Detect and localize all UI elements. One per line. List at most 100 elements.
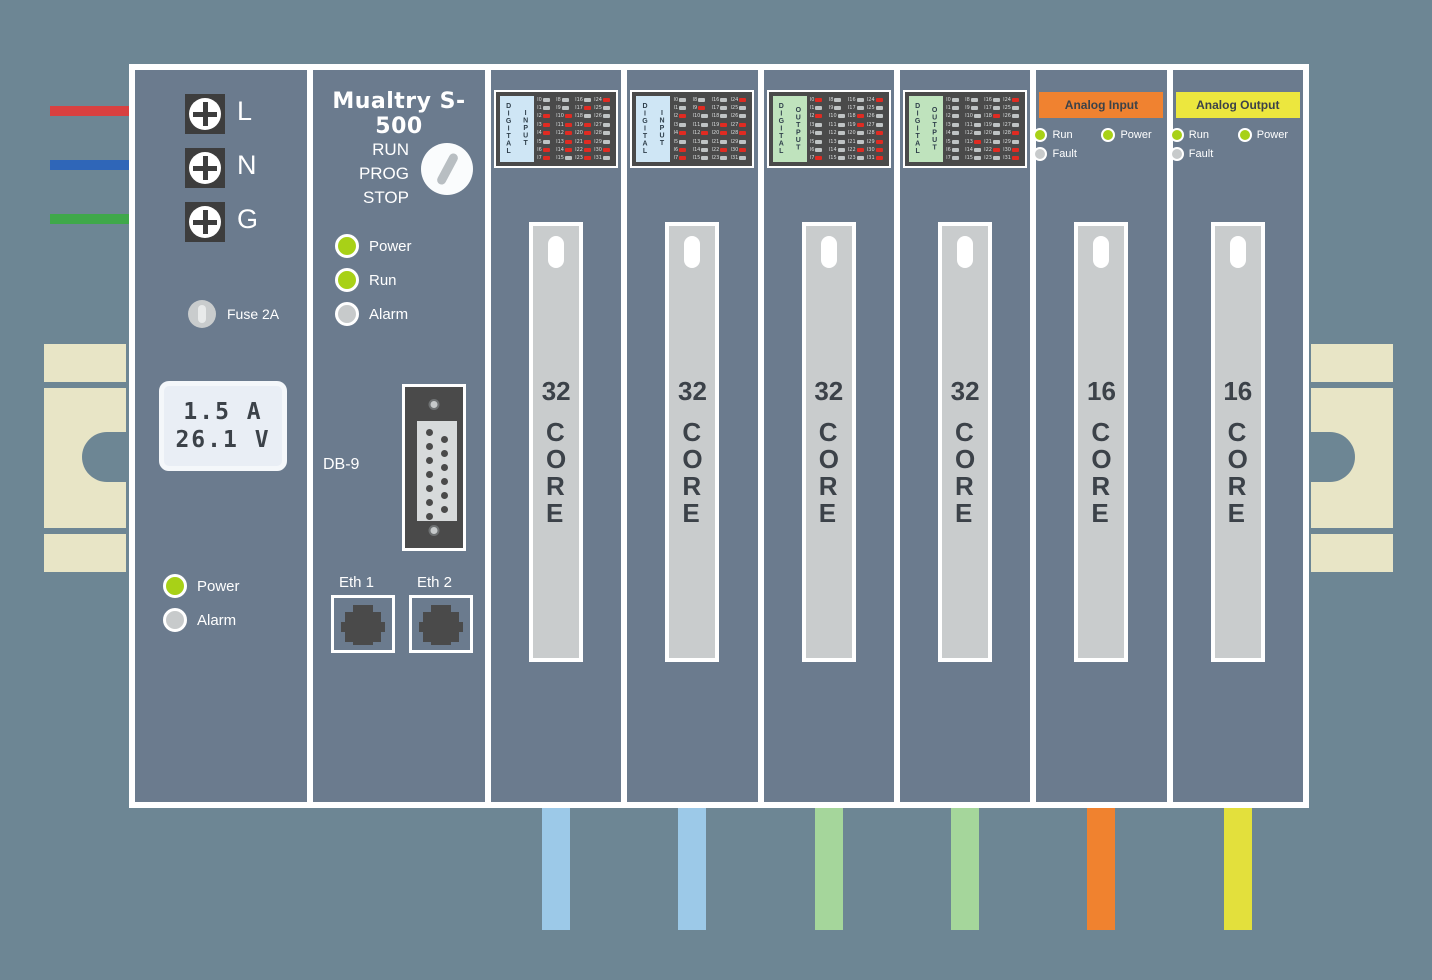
- connector-core-word: CORE: [1091, 419, 1111, 527]
- io-led-cell: I19: [711, 121, 729, 128]
- connector-label: 16CORE: [1223, 376, 1252, 527]
- led-indicator: [163, 608, 187, 632]
- module-type-strip: DIGITALINPUT: [500, 96, 534, 162]
- io-led-indicator: [815, 123, 822, 127]
- terminal-g[interactable]: [185, 202, 225, 242]
- connector-latch[interactable]: [684, 236, 700, 268]
- terminal-n[interactable]: [185, 148, 225, 188]
- io-led-cell: I13: [965, 138, 983, 145]
- module-type-word: INPUT: [517, 96, 534, 162]
- module-type-strip: DIGITALINPUT: [636, 96, 670, 162]
- connector-word-letter: O: [1228, 446, 1248, 473]
- analog-module-banner: Analog Input: [1039, 92, 1163, 118]
- io-led-cell: I15: [692, 155, 710, 162]
- io-led-indicator: [838, 131, 845, 135]
- io-led-cell: I7: [810, 155, 828, 162]
- cable-connector[interactable]: 32CORE: [665, 222, 719, 662]
- io-led-indicator: [974, 156, 981, 160]
- io-led-cell: I4: [673, 130, 691, 137]
- io-led-label: I13: [829, 139, 837, 145]
- din-rail-bracket-right: [1311, 344, 1393, 572]
- io-led-indicator: [603, 148, 610, 152]
- analog-status-leds: RunPowerFault: [1033, 128, 1169, 161]
- ethernet-port-2[interactable]: [409, 595, 473, 653]
- cable-connector[interactable]: 16CORE: [1211, 222, 1265, 662]
- connector-latch[interactable]: [957, 236, 973, 268]
- connector-core-word: CORE: [955, 419, 975, 527]
- led-indicator: [1033, 147, 1047, 161]
- io-led-label: I21: [848, 139, 856, 145]
- led-indicator: [335, 268, 359, 292]
- io-led-cell: I30: [730, 146, 748, 153]
- cable-connector[interactable]: 32CORE: [529, 222, 583, 662]
- db9-serial-port[interactable]: [402, 384, 466, 551]
- io-led-cell: I19: [848, 121, 866, 128]
- connector-label: 32CORE: [678, 376, 707, 527]
- io-led-label: I22: [984, 147, 992, 153]
- io-led-indicator: [739, 131, 746, 135]
- io-led-cell: I6: [537, 146, 555, 153]
- connector-latch[interactable]: [1093, 236, 1109, 268]
- io-led-cell: I22: [984, 146, 1002, 153]
- io-led-indicator: [543, 140, 550, 144]
- io-led-label: I17: [984, 105, 992, 111]
- io-led-label: I14: [692, 147, 700, 153]
- io-led-label: I8: [556, 97, 561, 103]
- io-led-cell: I12: [556, 130, 574, 137]
- connector-label: 32CORE: [951, 376, 980, 527]
- analog-led-fault: Fault: [1033, 147, 1101, 161]
- db9-pin: [426, 443, 433, 450]
- io-led-indicator: [701, 140, 708, 144]
- io-led-label: I7: [537, 155, 542, 161]
- module-type-word: DIGITAL: [773, 96, 790, 162]
- io-led-cell: I24: [867, 96, 885, 103]
- display-current: 1.5 A: [183, 399, 262, 425]
- ethernet-port-1[interactable]: [331, 595, 395, 653]
- cable-connector[interactable]: 32CORE: [938, 222, 992, 662]
- connector-word-letter: E: [819, 500, 839, 527]
- terminal-l[interactable]: [185, 94, 225, 134]
- io-led-indicator: [971, 98, 978, 102]
- connector-core-word: CORE: [819, 419, 839, 527]
- io-led-label: I20: [711, 130, 719, 136]
- analog-led-label: Power: [1120, 129, 1151, 141]
- io-led-cell: I4: [537, 130, 555, 137]
- io-led-cell: I3: [673, 121, 691, 128]
- io-led-label: I10: [829, 113, 837, 119]
- io-led-cell: I28: [594, 130, 612, 137]
- io-led-indicator: [584, 156, 591, 160]
- connector-latch[interactable]: [821, 236, 837, 268]
- fuse-icon[interactable]: [188, 300, 216, 328]
- connector-latch[interactable]: [548, 236, 564, 268]
- io-led-indicator: [974, 148, 981, 152]
- io-led-cell: I4: [946, 130, 964, 137]
- db9-shell: [417, 421, 457, 521]
- io-led-label: I27: [1003, 122, 1011, 128]
- connector-core-count: 32: [678, 376, 707, 407]
- plc-led-power: Power: [335, 234, 412, 258]
- connector-latch[interactable]: [1230, 236, 1246, 268]
- io-module-digital-input-0: DIGITALINPUTI0I8I16I24I1I9I17I25I2I10I18…: [491, 70, 621, 802]
- io-led-label: I0: [673, 97, 678, 103]
- io-led-indicator: [838, 140, 845, 144]
- io-led-label: I1: [537, 105, 542, 111]
- io-led-cell: I23: [575, 155, 593, 162]
- io-led-cell: I10: [556, 113, 574, 120]
- io-led-cell: I5: [946, 138, 964, 145]
- io-led-cell: I24: [730, 96, 748, 103]
- io-led-cell: I12: [965, 130, 983, 137]
- io-led-cell: I25: [730, 104, 748, 111]
- cable-connector[interactable]: 16CORE: [1074, 222, 1128, 662]
- connector-core-word: CORE: [1228, 419, 1248, 527]
- mode-key-switch[interactable]: [421, 143, 473, 195]
- brand-name: Mualtry S-500: [313, 89, 485, 139]
- module-type-word: INPUT: [653, 96, 670, 162]
- io-led-indicator: [1012, 131, 1019, 135]
- io-led-label: I18: [711, 113, 719, 119]
- io-led-label: I28: [867, 130, 875, 136]
- db9-pin: [441, 450, 448, 457]
- io-led-indicator: [815, 106, 822, 110]
- cable-connector[interactable]: 32CORE: [802, 222, 856, 662]
- connector-word-letter: C: [682, 419, 702, 446]
- io-module-header: Analog InputRunPowerFault: [1036, 70, 1166, 188]
